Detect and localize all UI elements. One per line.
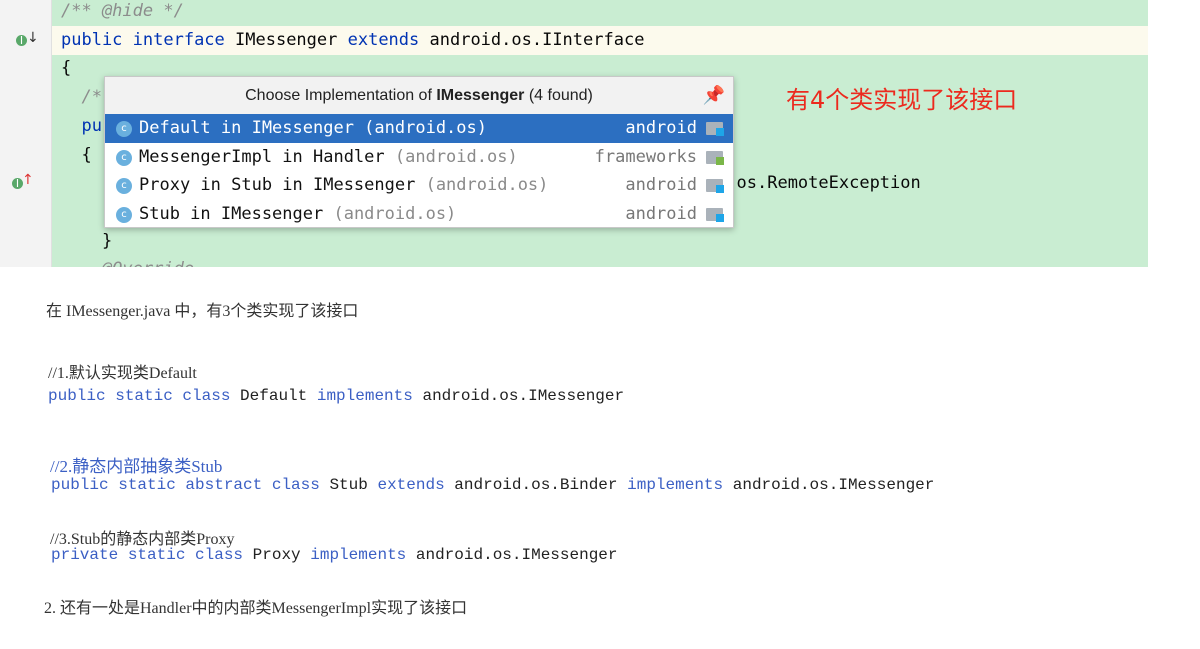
item-package: (android.os) (415, 175, 549, 196)
code-token: android.os.IMessenger (732, 476, 935, 494)
code-token: extends (377, 476, 455, 494)
code-token: { (61, 144, 92, 165)
code-line: public interface IMessenger extends andr… (61, 26, 644, 55)
code-token: implements (310, 546, 416, 564)
item-package: (android.os) (323, 204, 457, 225)
code-token: android.os.IInterface (429, 29, 645, 50)
code-line-3: private static class Proxy implements an… (51, 546, 618, 564)
popup-header: Choose Implementation of IMessenger (4 f… (105, 77, 733, 114)
item-package: (android.os) (384, 146, 518, 167)
code-token: Default (240, 387, 317, 405)
item-module: android (625, 175, 697, 196)
code-token: @Override (61, 259, 194, 267)
item-package: (android.os) (353, 118, 487, 138)
class-icon: c (116, 178, 132, 195)
code-line: { (61, 54, 71, 83)
item-module: android (625, 204, 697, 225)
popup-title-interface: IMessenger (436, 87, 525, 104)
code-token: implements (627, 476, 733, 494)
module-folder-icon (706, 208, 724, 223)
note-text: 2. 还有一处是Handler中的内部类MessengerImpl实现了该接口 (44, 600, 468, 617)
editor-gutter: I ↓ I ↑ (0, 0, 52, 267)
item-name: Proxy in Stub in IMessenger (139, 175, 416, 196)
code-line: /** @hide */ (61, 0, 184, 26)
code-token: public static abstract class (51, 476, 330, 494)
code-line: /* (61, 83, 102, 112)
implementation-item[interactable]: c MessengerImpl in Handler (android.os) fr… (105, 143, 733, 172)
intro-text: 在 IMessenger.java 中，有3个类实现了该接口 (46, 303, 359, 320)
code-token: interface (132, 29, 236, 50)
code-token: public static class (48, 387, 241, 405)
code-token: { (61, 58, 72, 79)
class-icon: c (116, 149, 132, 166)
annotation-text: 有4个类实现了该接口 (786, 86, 1018, 114)
class-icon: c (116, 207, 132, 224)
code-line: @Override (61, 255, 194, 267)
implementation-item[interactable]: c Default in IMessenger (android.os) andro… (105, 114, 733, 143)
choose-implementation-popup: Choose Implementation of IMessenger (4 f… (104, 76, 734, 228)
code-token: implements (316, 387, 423, 405)
implemented-icon[interactable]: I (16, 35, 27, 46)
arrow-down-icon[interactable]: ↓ (27, 30, 39, 46)
code-token: /* (61, 87, 102, 108)
class-icon: c (116, 121, 132, 137)
code-token: /** @hide */ (61, 1, 184, 21)
code-token: android.os.IMessenger (422, 387, 625, 405)
implementation-item[interactable]: c Proxy in Stub in IMessenger (android.os… (105, 171, 733, 200)
code-token: IMessenger (235, 29, 348, 50)
popup-title-prefix: Choose Implementation of (245, 87, 437, 104)
code-token: public (61, 29, 133, 50)
library-icon (706, 150, 724, 165)
code-token: Stub (329, 476, 378, 494)
item-module: android (625, 118, 697, 138)
code-line-2: public static abstract class Stub extend… (51, 476, 934, 494)
implementation-item[interactable]: c Stub in IMessenger (android.os) android (105, 200, 733, 229)
code-line-1: public static class Default implements a… (48, 387, 624, 405)
code-line: { (61, 141, 92, 170)
comment-2: //2.静态内部抽象类Stub (50, 457, 223, 476)
module-folder-icon (706, 122, 724, 136)
module-folder-icon (706, 179, 724, 194)
code-token: Proxy (252, 546, 311, 564)
comment-1: //1.默认实现类Default (48, 365, 197, 382)
item-module: frameworks (594, 146, 697, 167)
code-token: pu (61, 115, 102, 136)
code-token: android.os.IMessenger (415, 546, 618, 564)
code-token: android.os.Binder (454, 476, 628, 494)
arrow-up-icon[interactable]: ↑ (22, 172, 34, 188)
code-token: private static class (51, 546, 253, 564)
pin-icon[interactable]: 📌 (703, 77, 725, 114)
item-name: MessengerImpl in Handler (139, 146, 385, 167)
item-name: Default in IMessenger (139, 118, 354, 138)
code-token: } (61, 230, 113, 251)
code-token: extends (347, 29, 430, 50)
item-name: Stub in IMessenger (139, 204, 324, 225)
popup-title-count: (4 found) (524, 87, 593, 104)
code-line: } (61, 227, 112, 256)
